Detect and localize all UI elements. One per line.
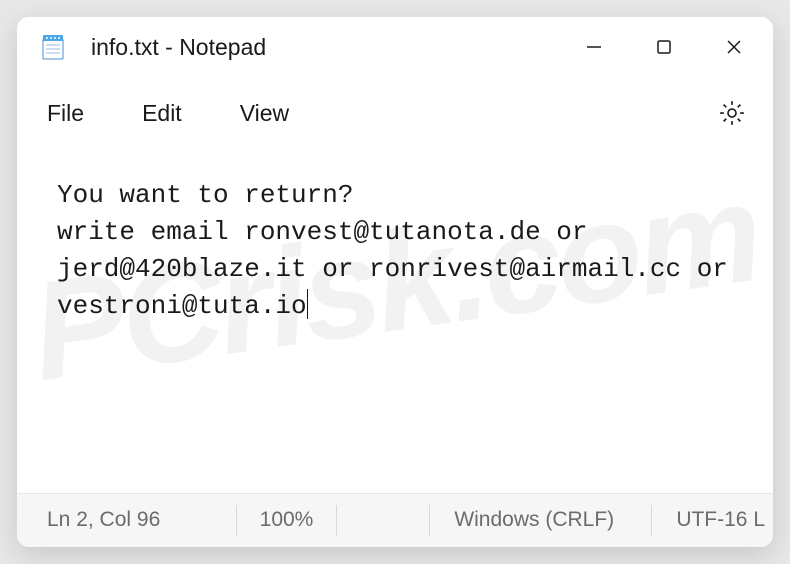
- text-editor[interactable]: You want to return? write email ronvest@…: [17, 149, 773, 493]
- close-button[interactable]: [699, 17, 769, 77]
- menu-edit[interactable]: Edit: [142, 100, 182, 127]
- maximize-button[interactable]: [629, 17, 699, 77]
- status-zoom[interactable]: 100%: [237, 505, 337, 537]
- menubar: File Edit View: [17, 77, 773, 149]
- document-text: You want to return? write email ronvest@…: [57, 180, 744, 321]
- status-line-ending: Windows (CRLF): [430, 505, 652, 537]
- window-title: info.txt - Notepad: [91, 34, 559, 61]
- settings-button[interactable]: [717, 98, 747, 128]
- menu-view[interactable]: View: [240, 100, 289, 127]
- text-caret: [307, 289, 309, 319]
- status-encoding: UTF-16 L: [652, 505, 773, 537]
- status-spacer: [337, 505, 430, 537]
- notepad-icon: [39, 33, 67, 61]
- status-cursor-position: Ln 2, Col 96: [17, 505, 237, 537]
- statusbar: Ln 2, Col 96 100% Windows (CRLF) UTF-16 …: [17, 493, 773, 547]
- titlebar: info.txt - Notepad: [17, 17, 773, 77]
- notepad-window: info.txt - Notepad File Edit View You wa…: [17, 17, 773, 547]
- menu-file[interactable]: File: [47, 100, 84, 127]
- minimize-button[interactable]: [559, 17, 629, 77]
- window-controls: [559, 17, 769, 77]
